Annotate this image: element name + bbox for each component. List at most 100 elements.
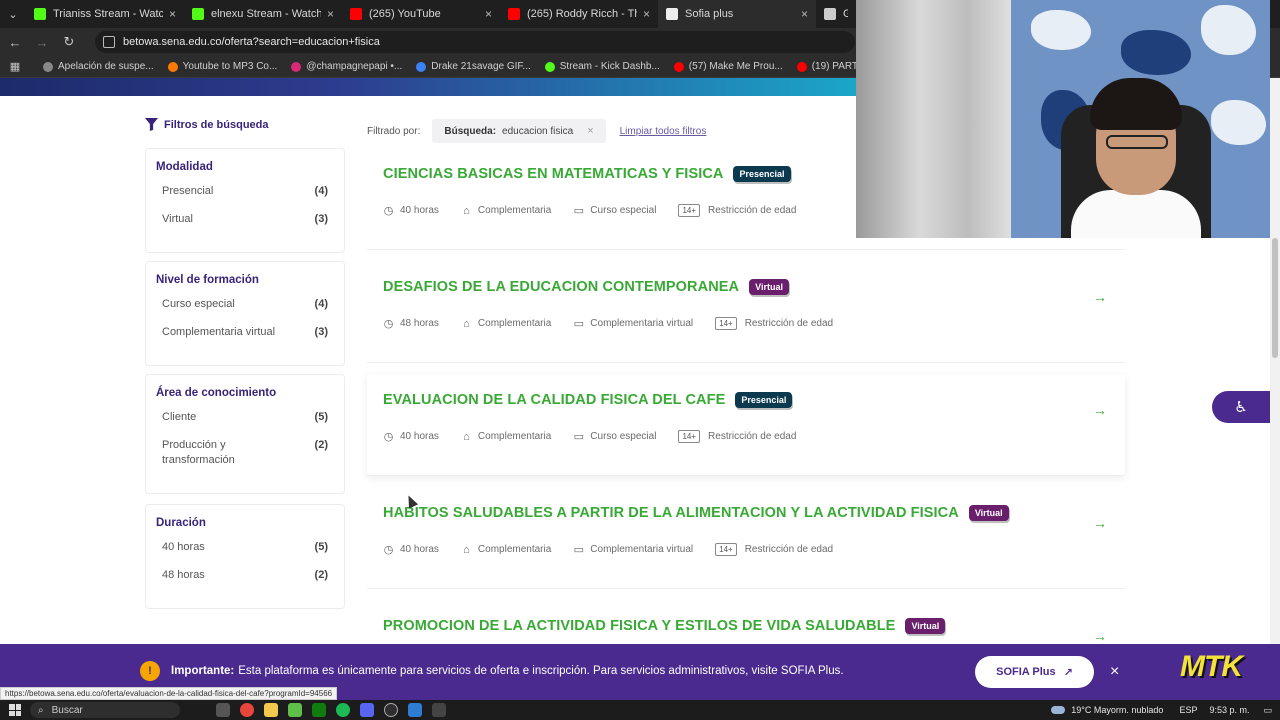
scrollbar-thumb[interactable]	[1272, 238, 1278, 358]
course-meta-item: ◷ 40 horas	[383, 205, 439, 217]
course-card[interactable]: EVALUACION DE LA CALIDAD FISICA DEL CAFE…	[367, 374, 1125, 476]
modality-badge: Virtual	[749, 279, 789, 295]
notice-text: Esta plataforma es únicamente para servi…	[238, 665, 844, 677]
course-card[interactable]: HABITOS SALUDABLES A PARTIR DE LA ALIMEN…	[367, 487, 1125, 589]
arrow-right-icon[interactable]: →	[1093, 402, 1107, 418]
chrome-icon[interactable]	[240, 703, 254, 717]
address-url: betowa.sena.edu.co/oferta?search=educaci…	[123, 36, 380, 48]
filter-option[interactable]: 48 horas (2)	[156, 568, 334, 583]
browser-tab[interactable]: elnexu Stream - Watch Live on ×	[184, 0, 342, 28]
tab-close-icon[interactable]: ×	[169, 7, 176, 21]
course-title[interactable]: EVALUACION DE LA CALIDAD FISICA DEL CAFE	[383, 392, 725, 408]
filter-option[interactable]: 40 horas (5)	[156, 540, 334, 555]
course-card[interactable]: PROMOCION DE LA ACTIVIDAD FISICA Y ESTIL…	[367, 600, 1125, 644]
filter-option[interactable]: Virtual (3)	[156, 212, 334, 227]
obs-icon[interactable]	[384, 703, 398, 717]
filter-option-label: Presencial	[162, 185, 214, 197]
taskview-icon[interactable]	[216, 703, 230, 717]
browser-tab[interactable]: (265) Roddy Ricch - The Box [O ×	[500, 0, 658, 28]
clear-all-filters-link[interactable]: Limpiar todos filtros	[620, 126, 707, 137]
filter-group: Nivel de formación Curso especial (4) Compl…	[145, 261, 345, 366]
bookmark-favicon-icon	[291, 61, 302, 72]
course-title-row: CIENCIAS BASICAS EN MATEMATICAS Y FISICA…	[383, 166, 791, 182]
bookmark-favicon-icon	[544, 61, 555, 72]
course-title[interactable]: CIENCIAS BASICAS EN MATEMATICAS Y FISICA	[383, 166, 723, 182]
filter-option[interactable]: Presencial (4)	[156, 184, 334, 199]
forward-icon[interactable]: →	[30, 30, 54, 54]
accessibility-icon: ♿	[1234, 399, 1248, 416]
filter-option[interactable]: Complementaria virtual (3)	[156, 325, 334, 340]
arrow-right-icon[interactable]: →	[1093, 628, 1107, 644]
filter-group: Modalidad Presencial (4) Virtual (3)	[145, 148, 345, 253]
site-info-icon[interactable]	[103, 36, 115, 48]
funnel-icon	[145, 118, 158, 131]
page-scrollbar[interactable]	[1270, 78, 1280, 644]
browser-tab[interactable]: Sofia plus ×	[658, 0, 816, 28]
modality-badge: Virtual	[905, 618, 946, 634]
bookmark-item[interactable]: Youtube to MP3 Co...	[167, 61, 278, 72]
course-card[interactable]: DESAFIOS DE LA EDUCACION CONTEMPORANEA Vi…	[367, 261, 1125, 363]
app-icon-blue[interactable]	[408, 703, 422, 717]
arrow-right-icon[interactable]: →	[1093, 289, 1107, 305]
start-button[interactable]	[6, 701, 24, 719]
notifications-icon[interactable]: ▭	[1263, 705, 1272, 716]
active-filters-bar: Filtrado por: Búsqueda: educacion fisica…	[367, 119, 706, 143]
webcam-person-glasses	[1106, 135, 1168, 149]
address-bar[interactable]: betowa.sena.edu.co/oferta?search=educaci…	[95, 31, 855, 53]
course-title[interactable]: DESAFIOS DE LA EDUCACION CONTEMPORANEA	[383, 279, 739, 295]
bookmark-favicon-icon	[416, 61, 427, 72]
bookmark-item[interactable]: Apelación de suspe...	[43, 61, 154, 72]
bookmark-item[interactable]: Drake 21savage GIF...	[416, 61, 531, 72]
tab-close-icon[interactable]: ×	[327, 7, 334, 21]
course-title[interactable]: PROMOCION DE LA ACTIVIDAD FISICA Y ESTIL…	[383, 618, 895, 634]
hero-banner-strip	[0, 78, 856, 96]
accessibility-button[interactable]: ♿	[1212, 391, 1270, 423]
webcam-curtain	[856, 0, 1016, 238]
youtube-icon	[508, 8, 520, 20]
taskbar-search[interactable]: ⌕ Buscar	[30, 702, 180, 718]
browser-tab[interactable]: Trianiss Stream - Watch Live on ×	[26, 0, 184, 28]
language-indicator[interactable]: ESP	[1179, 705, 1197, 715]
back-icon[interactable]: ←	[3, 30, 27, 54]
course-title-row: DESAFIOS DE LA EDUCACION CONTEMPORANEA Vi…	[383, 279, 789, 295]
reload-icon[interactable]: ↻	[57, 30, 81, 54]
tab-close-icon[interactable]: ×	[643, 7, 650, 21]
filters-title: Filtros de búsqueda	[145, 118, 269, 131]
tab-title: Trianiss Stream - Watch Live on	[53, 8, 163, 20]
browser-tab[interactable]: Gest	[816, 0, 856, 28]
age-restriction: 14+ Restricción de edad	[678, 430, 796, 443]
sofia-plus-button[interactable]: SOFIA Plus ↗	[975, 656, 1094, 688]
bookmark-item[interactable]: @champagnepapi •...	[291, 61, 402, 72]
notice-close-icon[interactable]: ×	[1110, 663, 1119, 681]
filter-option[interactable]: Curso especial (4)	[156, 297, 334, 312]
filter-option[interactable]: Cliente (5)	[156, 410, 334, 425]
browser-tab[interactable]: (265) YouTube ×	[342, 0, 500, 28]
course-meta-item: ◷ 48 horas	[383, 318, 439, 330]
tab-search-icon[interactable]: ⌄	[0, 0, 26, 28]
bookmark-label: Youtube to MP3 Co...	[182, 61, 278, 72]
app-icon-dark[interactable]	[432, 703, 446, 717]
filter-option[interactable]: Producción y transformación (2)	[156, 438, 334, 468]
course-meta-text: Complementaria	[477, 431, 552, 442]
course-meta-text: 40 horas	[400, 205, 439, 216]
weather-widget[interactable]: 19°C Mayorm. nublado	[1051, 705, 1163, 715]
filter-option-label: Producción y transformación	[162, 439, 235, 466]
filter-option-label: Virtual	[162, 213, 193, 225]
discord-icon[interactable]	[360, 703, 374, 717]
bookmark-item[interactable]: Stream - Kick Dashb...	[544, 61, 660, 72]
tab-close-icon[interactable]: ×	[485, 7, 492, 21]
course-title[interactable]: HABITOS SALUDABLES A PARTIR DE LA ALIMEN…	[383, 505, 959, 521]
apps-grid-icon[interactable]: ▦	[3, 55, 27, 79]
age-restriction-label: Restricción de edad	[708, 205, 797, 216]
chip-remove-icon[interactable]: ×	[587, 125, 593, 137]
clock[interactable]: 9:53 p. m.	[1209, 705, 1249, 715]
bell-icon: !	[140, 661, 160, 681]
tab-close-icon[interactable]: ×	[801, 7, 808, 21]
file-explorer-icon[interactable]	[264, 703, 278, 717]
app-icon-green[interactable]	[288, 703, 302, 717]
bookmark-label: Stream - Kick Dashb...	[559, 61, 660, 72]
bookmark-item[interactable]: (57) Make Me Prou...	[673, 61, 783, 72]
arrow-right-icon[interactable]: →	[1093, 515, 1107, 531]
xbox-icon[interactable]	[312, 703, 326, 717]
spotify-icon[interactable]	[336, 703, 350, 717]
